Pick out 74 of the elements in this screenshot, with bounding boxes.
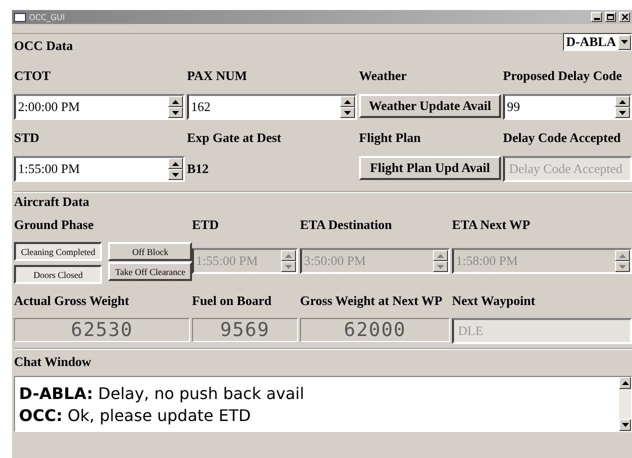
lcd-readout: 62000 [300,318,450,342]
field-label: Weather [359,68,407,84]
close-icon [622,14,628,20]
down-arrow-icon [285,264,292,268]
aircraft-dropdown[interactable]: D-ABLA [563,33,632,51]
window-icon [14,12,26,22]
down-arrow-icon [619,110,626,114]
scroll-down-button[interactable] [619,419,631,431]
gate-value: B12 [187,160,210,178]
spin-box[interactable]: 99 [503,94,632,120]
chat-message: OCC: Ok, please update ETD [19,405,252,427]
field-label: Next Waypoint [452,293,536,309]
lcd-readout: 62530 [14,318,190,342]
up-arrow-icon [437,254,444,258]
up-arrow-icon [619,254,626,258]
down-arrow-icon [437,264,444,268]
up-arrow-icon [285,254,292,258]
chat-message: D-ABLA: Delay, no push back avail [19,383,306,405]
phase-toggle[interactable]: Off Block [108,242,192,261]
spin-up-button[interactable] [340,96,355,107]
field-label: CTOT [14,68,51,84]
close-button[interactable] [619,12,630,22]
spin-up-button[interactable] [168,158,183,169]
maximize-icon [607,14,614,20]
field-label: STD [14,130,40,146]
field-label: Gross Weight at Next WP [300,293,442,309]
spin-box[interactable]: 162 [187,94,357,120]
field-label: Exp Gate at Dest [187,130,282,146]
field-label: ETD [192,217,219,233]
waypoint-field: DLE [452,318,632,344]
spin-box[interactable]: 1:55:00 PM [14,156,185,182]
up-arrow-icon [172,100,179,104]
phase-toggle[interactable]: Cleaning Completed [14,242,102,261]
window-title: OCC_GUI [29,12,65,22]
status-field: Delay Code Accepted [503,156,632,182]
spin-down-button[interactable] [615,107,630,118]
lcd-readout: 9569 [192,318,298,342]
section-title: Chat Window [14,354,92,370]
section-title: OCC Data [14,38,73,54]
field-label: ETA Destination [300,217,392,233]
down-arrow-icon [622,423,628,427]
up-arrow-icon [172,162,179,166]
spin-down-button[interactable] [168,107,183,118]
field-label: Proposed Delay Code [503,68,622,84]
up-arrow-icon [619,100,626,104]
field-label: Ground Phase [14,217,94,233]
phase-toggle[interactable]: Doors Closed [14,265,102,284]
caret-icon [621,40,628,44]
spin-box[interactable]: 2:00:00 PM [14,94,185,120]
up-arrow-icon [344,100,351,104]
dropdown-button[interactable] [618,34,631,50]
phase-toggle[interactable]: Take Off Clearance [108,262,192,281]
field-label: Flight Plan [359,130,421,146]
minimize-button[interactable] [591,12,602,22]
section-title: Aircraft Data [14,194,90,210]
field-label: Fuel on Board [192,293,272,309]
scroll-bar[interactable] [619,377,631,431]
maximize-button[interactable] [605,12,616,22]
up-arrow-icon [622,381,628,385]
scroll-up-button[interactable] [619,377,631,389]
down-arrow-icon [172,172,179,176]
down-arrow-icon [172,110,179,114]
update-button[interactable]: Flight Plan Upd Avail [359,156,501,180]
spin-up-button[interactable] [615,96,630,107]
spin-up-button[interactable] [168,96,183,107]
field-label: Delay Code Accepted [503,130,621,146]
spin-down-button[interactable] [168,169,183,180]
field-label: ETA Next WP [452,217,530,233]
down-arrow-icon [344,110,351,114]
update-button[interactable]: Weather Update Avail [359,94,501,118]
down-arrow-icon [619,264,626,268]
spin-down-button[interactable] [340,107,355,118]
field-label: Actual Gross Weight [14,293,130,309]
field-label: PAX NUM [187,68,248,84]
